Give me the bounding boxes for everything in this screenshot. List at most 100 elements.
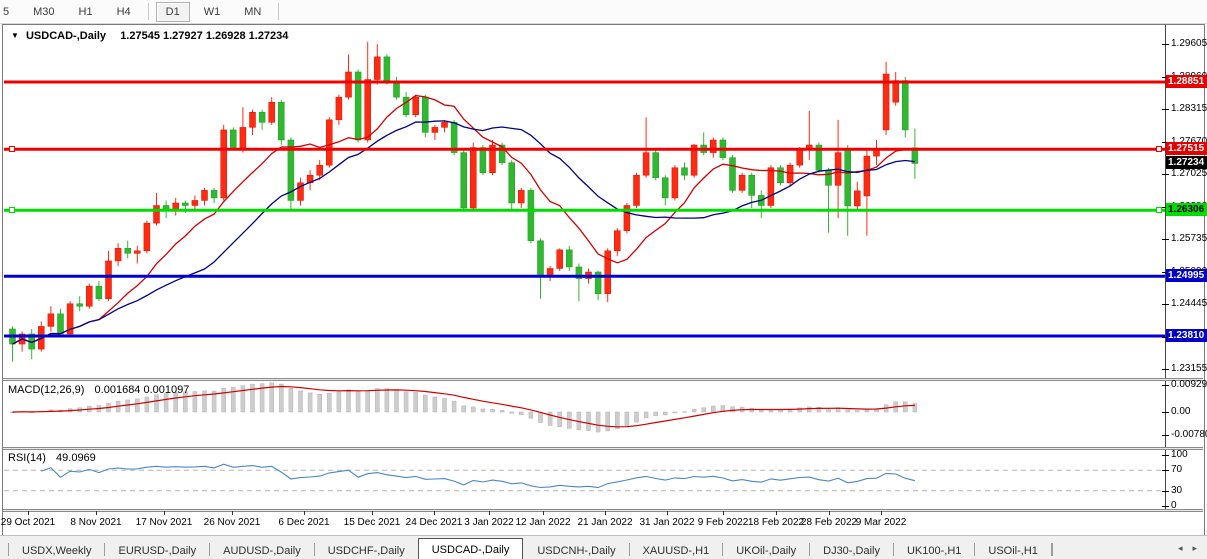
tab-usdcnh-daily[interactable]: USDCNH-,Daily (524, 541, 628, 559)
rsi-line (41, 464, 915, 487)
tab-eurusd-daily[interactable]: EURUSD-,Daily (105, 541, 209, 559)
y-axis-tick: 1.23155 (1171, 363, 1205, 375)
ma-fast (13, 96, 915, 345)
y-axis-tick-dash (1162, 369, 1169, 370)
toolbar-separator (148, 3, 149, 20)
rsi-value: 49.0969 (56, 452, 96, 464)
tab-uk100-h1[interactable]: UK100-,H1 (894, 541, 974, 559)
hline-price-label: 1.24995 (1166, 269, 1207, 282)
tab-audusd-daily[interactable]: AUDUSD-,Daily (210, 541, 314, 559)
date-label: 8 Nov 2021 (70, 517, 121, 528)
chart-tabbar: USDX,WeeklyEURUSD-,DailyAUDUSD-,DailyUSD… (0, 535, 1207, 559)
date-label: 24 Dec 2021 (406, 517, 463, 528)
macd-axis-tick: -0.00780 (1171, 429, 1205, 441)
macd-axis-tick: 0.00 (1171, 406, 1205, 418)
tab-scroll-right-icon[interactable]: ▸ (1192, 543, 1197, 554)
date-axis-tick (881, 511, 882, 515)
y-axis-tick: 1.25735 (1171, 233, 1205, 245)
hline-drag-handle[interactable] (1156, 146, 1162, 152)
date-label: 15 Dec 2021 (344, 517, 401, 528)
macd-label: MACD(12,26,9) 0.001684 0.001097 (8, 384, 189, 396)
timeframe-button-d1[interactable]: D1 (156, 2, 190, 22)
date-axis-tick (96, 511, 97, 515)
chart-title: ▼ USDCAD-,Daily 1.27545 1.27927 1.26928 … (11, 30, 288, 42)
tab-scroll-arrows: ◂▸ (1178, 536, 1207, 559)
y-axis-tick: 1.28315 (1171, 103, 1205, 115)
tab-usoil-h1[interactable]: USOil-,H1 (975, 541, 1051, 559)
date-axis-tick (164, 511, 165, 515)
timeframe-button-5[interactable]: 5 (0, 2, 19, 22)
date-label: 18 Feb 2022 (748, 517, 804, 528)
date-label: 6 Dec 2021 (278, 517, 329, 528)
y-axis-tick-dash (1162, 239, 1169, 240)
hline-price-label: 1.23810 (1166, 329, 1207, 342)
hline-price-label: 1.26306 (1166, 203, 1207, 216)
date-axis-tick (829, 511, 830, 515)
tab-xauusd-h1[interactable]: XAUUSD-,H1 (630, 541, 723, 559)
timeframe-button-m30[interactable]: M30 (23, 2, 64, 22)
tab-scroll-left-icon[interactable]: ◂ (1178, 543, 1183, 554)
y-axis-tick-dash (1162, 304, 1169, 305)
date-label: 29 Oct 2021 (1, 517, 55, 528)
macd-axis-dash (1162, 385, 1169, 386)
tab-usdx-weekly[interactable]: USDX,Weekly (9, 541, 104, 559)
y-axis-tick-dash (1162, 174, 1169, 175)
rsi-axis-dash (1162, 455, 1169, 456)
current-price-label: 1.27234 (1166, 156, 1207, 169)
date-axis-tick (667, 511, 668, 515)
rsi-axis-dash (1162, 506, 1169, 507)
y-axis-tick: 1.24445 (1171, 298, 1205, 310)
date-label: 3 Jan 2022 (464, 517, 514, 528)
y-axis-tick: 1.27025 (1171, 168, 1205, 180)
rsi-axis-tick: 0 (1171, 500, 1205, 512)
date-axis-tick (372, 511, 373, 515)
macd-values: 0.001684 0.001097 (95, 384, 190, 396)
rsi-axis-dash (1162, 491, 1169, 492)
chart-ohlc-values: 1.27545 1.27927 1.26928 1.27234 (120, 30, 288, 42)
y-axis-tick-dash (1162, 44, 1169, 45)
tab-usdcad-daily[interactable]: USDCAD-,Daily (418, 538, 524, 559)
chart-symbol-label: USDCAD-,Daily (26, 30, 106, 42)
timeframe-button-h4[interactable]: H4 (107, 2, 141, 22)
timeframe-toolbar: 5M30H1H4 D1W1MN (0, 0, 1207, 24)
date-label: 28 Feb 2022 (801, 517, 857, 528)
rsi-axis-tick: 100 (1171, 449, 1205, 461)
date-axis-splitter (3, 509, 1203, 512)
tab-ukoil-daily[interactable]: UKOil-,Daily (723, 541, 809, 559)
toolbar-separator (278, 3, 279, 20)
tab-separator (1052, 543, 1053, 556)
date-label: 9 Mar 2022 (856, 517, 907, 528)
hline-price-label: 1.27515 (1166, 142, 1207, 155)
macd-axis-dash (1162, 435, 1169, 436)
date-label: 31 Jan 2022 (639, 517, 694, 528)
date-axis-tick (776, 511, 777, 515)
tab-dj30-daily[interactable]: DJ30-,Daily (810, 541, 893, 559)
price-plot[interactable] (4, 26, 1165, 377)
tab-usdchf-daily[interactable]: USDCHF-,Daily (315, 541, 418, 559)
timeframe-button-h1[interactable]: H1 (69, 2, 103, 22)
date-axis-tick (543, 511, 544, 515)
macd-axis-tick: 0.009293 (1171, 379, 1205, 391)
macd-axis-dash (1162, 412, 1169, 413)
timeframe-button-w1[interactable]: W1 (194, 2, 231, 22)
y-axis-tick: 1.29605 (1171, 38, 1205, 50)
symbol-dropdown-icon[interactable]: ▼ (11, 31, 19, 40)
date-axis-tick (304, 511, 305, 515)
y-axis-tick-dash (1162, 109, 1169, 110)
date-axis-tick (28, 511, 29, 515)
rsi-axis-tick: 70 (1171, 464, 1205, 476)
date-label: 26 Nov 2021 (204, 517, 261, 528)
rsi-plot[interactable] (4, 450, 1165, 509)
hline-drag-handle[interactable] (9, 146, 15, 152)
date-axis-tick (434, 511, 435, 515)
date-label: 9 Feb 2022 (698, 517, 749, 528)
rsi-label: RSI(14) 49.0969 (8, 452, 96, 464)
hline-drag-handle[interactable] (9, 207, 15, 213)
date-label: 17 Nov 2021 (136, 517, 193, 528)
date-label: 21 Jan 2022 (577, 517, 632, 528)
date-label: 12 Jan 2022 (515, 517, 570, 528)
rsi-axis-dash (1162, 470, 1169, 471)
timeframe-button-mn[interactable]: MN (234, 2, 271, 22)
hline-drag-handle[interactable] (1156, 207, 1162, 213)
trading-terminal: 5M30H1H4 D1W1MN ▼ USDCAD-,Daily 1.27545 1… (0, 0, 1207, 559)
